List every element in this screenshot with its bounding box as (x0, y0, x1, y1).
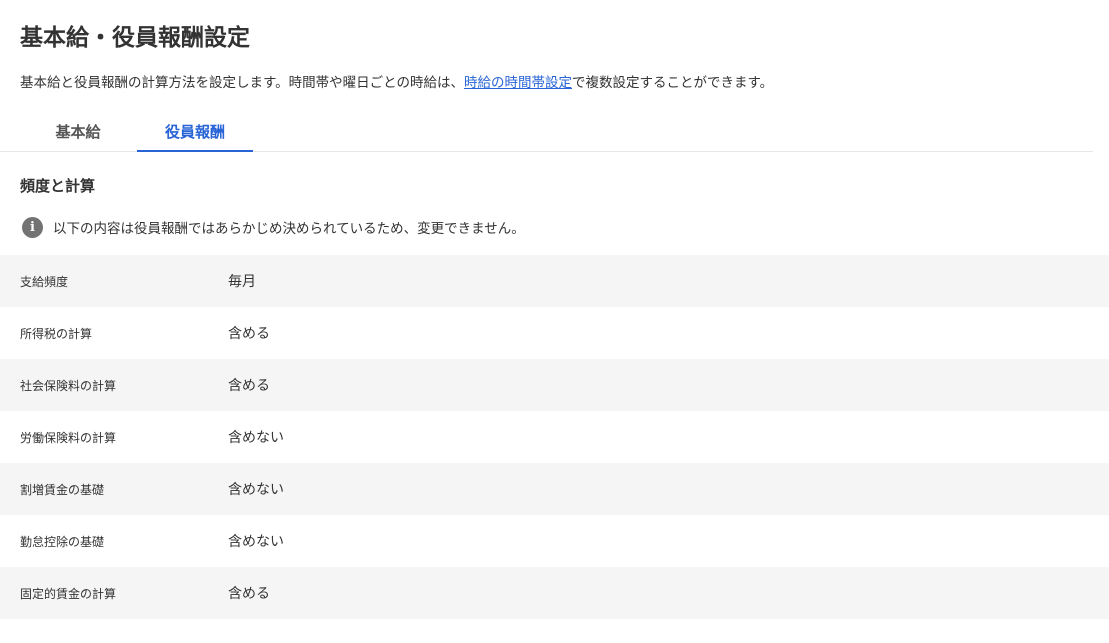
row-value: 含めない (228, 430, 284, 446)
row-label: 所得税の計算 (20, 326, 93, 341)
section-title: 頻度と計算 (20, 177, 96, 195)
info-icon: i (22, 216, 43, 238)
hourly-time-slot-link[interactable]: 時給の時間帯設定 (464, 75, 572, 91)
row-label: 固定的賃金の計算 (20, 586, 117, 601)
row-value: 含める (228, 326, 270, 342)
info-text: 以下の内容は役員報酬ではあらかじめ決められているため、変更できません。 (53, 221, 525, 237)
table-row: 固定的賃金の計算 含める (0, 567, 1109, 619)
row-value: 含めない (228, 534, 284, 550)
settings-table: 支給頻度 毎月 所得税の計算 含める 社会保険料の計算 含める 労働保険料の計算… (0, 255, 1109, 619)
page-title: 基本給・役員報酬設定 (20, 25, 250, 51)
table-row: 勤怠控除の基礎 含めない (0, 515, 1109, 567)
table-row: 社会保険料の計算 含める (0, 359, 1109, 411)
description-text-after: で複数設定することができます。 (572, 75, 774, 91)
table-row: 労働保険料の計算 含めない (0, 411, 1109, 463)
table-row: 所得税の計算 含める (0, 307, 1109, 359)
page-description: 基本給と役員報酬の計算方法を設定します。時間帯や曜日ごとの時給は、時給の時間帯設… (20, 73, 773, 93)
table-row: 支給頻度 毎月 (0, 255, 1109, 307)
row-label: 勤怠控除の基礎 (20, 534, 105, 549)
row-value: 含める (228, 586, 270, 602)
row-label: 支給頻度 (20, 274, 69, 289)
row-label: 労働保険料の計算 (20, 430, 117, 445)
settings-page: 基本給・役員報酬設定 基本給と役員報酬の計算方法を設定します。時間帯や曜日ごとの… (0, 0, 1109, 643)
tab-basic-salary[interactable]: 基本給 (20, 112, 136, 150)
row-value: 毎月 (228, 274, 256, 290)
row-value: 含めない (228, 482, 284, 498)
description-text-before: 基本給と役員報酬の計算方法を設定します。時間帯や曜日ごとの時給は、 (20, 75, 465, 91)
tab-bar: 基本給 役員報酬 (0, 112, 1093, 152)
tab-officer-compensation[interactable]: 役員報酬 (137, 112, 253, 152)
row-label: 割増賃金の基礎 (20, 482, 105, 497)
row-value: 含める (228, 378, 270, 394)
table-row: 割増賃金の基礎 含めない (0, 463, 1109, 515)
info-notice: i 以下の内容は役員報酬ではあらかじめ決められているため、変更できません。 (22, 216, 525, 238)
row-label: 社会保険料の計算 (20, 378, 117, 393)
